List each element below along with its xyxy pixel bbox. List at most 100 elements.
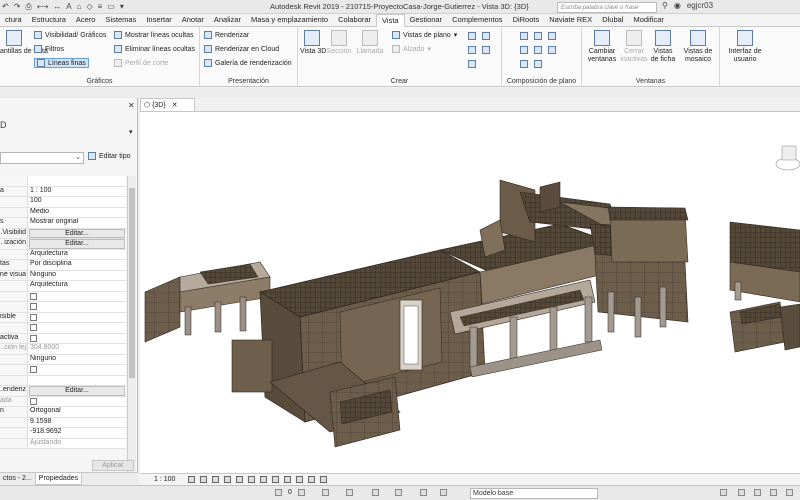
tab-dlubal[interactable]: Dlubal [597, 14, 628, 27]
property-row[interactable] [0, 323, 126, 334]
view-scale[interactable]: 1 : 100 [154, 476, 175, 483]
view-reference-icon[interactable] [520, 60, 528, 68]
cut-profile-button[interactable]: Perfil de corte [114, 59, 168, 67]
close-inactive-button[interactable]: Cerrar inactivas [620, 30, 648, 64]
view-tab-3d[interactable]: ⬡ {3D} ✕ [140, 98, 195, 111]
guide-grid-icon[interactable] [534, 46, 542, 54]
temporary-hide-icon[interactable] [284, 476, 291, 483]
links-icon[interactable] [346, 489, 353, 496]
shadows-icon[interactable] [224, 476, 231, 483]
plan-views-button[interactable]: Vistas de plano ▾ [392, 31, 457, 39]
title-block-icon[interactable] [548, 32, 556, 40]
property-row[interactable] [0, 291, 126, 302]
visibility-graphics-button[interactable]: Visibilidad/ Gráficos [34, 31, 106, 39]
checkbox[interactable] [30, 313, 37, 321]
properties-scrollbar[interactable] [127, 176, 136, 478]
tab-properties[interactable]: Propiedades [34, 473, 83, 485]
render-button[interactable]: Renderizar [204, 31, 249, 39]
edit-type-button[interactable]: Editar tipo [88, 152, 131, 160]
property-row[interactable]: s Mostrar original [0, 218, 126, 229]
switch-windows-icon[interactable]: ▾ [120, 2, 124, 12]
worksets-icon[interactable] [275, 489, 282, 496]
viewports-icon[interactable] [534, 60, 542, 68]
select-by-face-icon[interactable] [420, 489, 427, 496]
property-value[interactable] [28, 313, 126, 323]
revisions-icon[interactable] [520, 46, 528, 54]
filter-funnel-icon[interactable] [786, 489, 793, 496]
tab-naviate[interactable]: Naviate REX [544, 14, 597, 27]
render-gallery-button[interactable]: Galería de renderización [204, 59, 292, 67]
filters-button[interactable]: Filtros [34, 45, 64, 53]
checkbox[interactable] [30, 366, 37, 373]
property-value[interactable]: Ninguno [28, 271, 126, 281]
tab-colaborar[interactable]: Colaborar [333, 14, 376, 27]
property-value[interactable] [28, 176, 126, 186]
editable-only-icon[interactable] [322, 489, 329, 496]
property-row[interactable]: n Ortogonal [0, 407, 126, 418]
detail-level-icon[interactable] [188, 476, 195, 483]
type-selector-label[interactable]: D [0, 120, 7, 130]
property-value[interactable] [28, 334, 126, 344]
property-row[interactable]: tas Por disciplina [0, 260, 126, 271]
scrollbar-thumb[interactable] [129, 188, 135, 378]
highlight-displacement-icon[interactable] [320, 476, 327, 483]
user-name[interactable]: egjcr03 [687, 1, 713, 10]
tab-vista[interactable]: Vista [376, 14, 405, 27]
property-row[interactable]: 9.1598 [0, 417, 126, 428]
checkbox[interactable] [30, 397, 37, 405]
property-row[interactable]: ne visua...Ninguno [0, 270, 126, 281]
duplicate-view-icon[interactable] [482, 32, 490, 40]
design-option-select[interactable]: Modelo base [470, 488, 598, 499]
close-icon[interactable]: ✕ [128, 101, 135, 110]
tab-views-button[interactable]: Vistas de ficha [650, 30, 676, 64]
checkbox[interactable] [30, 303, 37, 310]
property-row[interactable]: Ninguno [0, 354, 126, 365]
tab-modificar[interactable]: Modificar [628, 14, 668, 27]
crop-view-icon[interactable] [248, 476, 255, 483]
property-value[interactable]: Ajustando [28, 439, 126, 449]
select-links-icon[interactable] [738, 489, 745, 496]
tab-estructura[interactable]: Estructura [27, 14, 71, 27]
property-value[interactable]: -918.9692 [28, 428, 126, 438]
undo-icon[interactable]: ↶ [2, 2, 9, 12]
property-row[interactable]: 100 [0, 197, 126, 208]
print-icon[interactable]: ⎙ [25, 2, 31, 12]
property-row[interactable]: ción lej...304.8000 [0, 344, 126, 355]
property-row[interactable]: Ajustando [0, 438, 126, 449]
property-row[interactable]: -918.9692 [0, 428, 126, 439]
section-button[interactable]: Sección [326, 30, 352, 56]
property-row[interactable] [0, 375, 126, 386]
tab-diroots[interactable]: DiRoots [508, 14, 545, 27]
property-row[interactable]: ización ...Editar... [0, 239, 126, 250]
drafting-view-icon[interactable] [468, 32, 476, 40]
show-crop-icon[interactable] [260, 476, 267, 483]
property-row[interactable]: Arquitectura [0, 281, 126, 292]
property-row[interactable]: Visibilid...Editar... [0, 228, 126, 239]
measure-icon[interactable]: ⟷ [37, 2, 48, 12]
section-icon[interactable]: ◇ [86, 2, 92, 12]
thin-lines-button[interactable]: Líneas finas [34, 58, 89, 68]
sun-path-icon[interactable] [212, 476, 219, 483]
tab-arquitectura[interactable]: ctura [0, 14, 27, 27]
property-value[interactable]: 304.8000 [28, 344, 126, 354]
reveal-hidden-icon[interactable] [296, 476, 303, 483]
property-value[interactable] [28, 376, 126, 386]
show-hidden-lines-button[interactable]: Mostrar líneas ocultas [114, 31, 193, 39]
property-value[interactable]: Ortogonal [28, 407, 126, 417]
property-value[interactable]: 100 [28, 197, 126, 207]
user-interface-button[interactable]: Interfaz de usuario [724, 30, 766, 64]
design-options-icon[interactable] [298, 489, 305, 496]
3d-view-button[interactable]: Vista 3D [300, 30, 326, 56]
callout-button[interactable]: Llamada [356, 30, 384, 56]
apply-button[interactable]: Aplicar [92, 460, 134, 471]
redo-icon[interactable]: ↷ [14, 2, 21, 12]
close-hidden-icon[interactable]: ▭ [107, 2, 115, 12]
select-underlay-icon[interactable] [754, 489, 761, 496]
checkbox[interactable] [30, 292, 37, 300]
property-value[interactable]: Medio [28, 208, 126, 218]
text-icon[interactable]: A [66, 2, 71, 12]
property-row[interactable]: isible [0, 312, 126, 323]
visual-style-icon[interactable] [200, 476, 207, 483]
user-icon[interactable]: ◉ [674, 1, 681, 10]
property-edit-button[interactable]: Editar... [29, 239, 125, 249]
